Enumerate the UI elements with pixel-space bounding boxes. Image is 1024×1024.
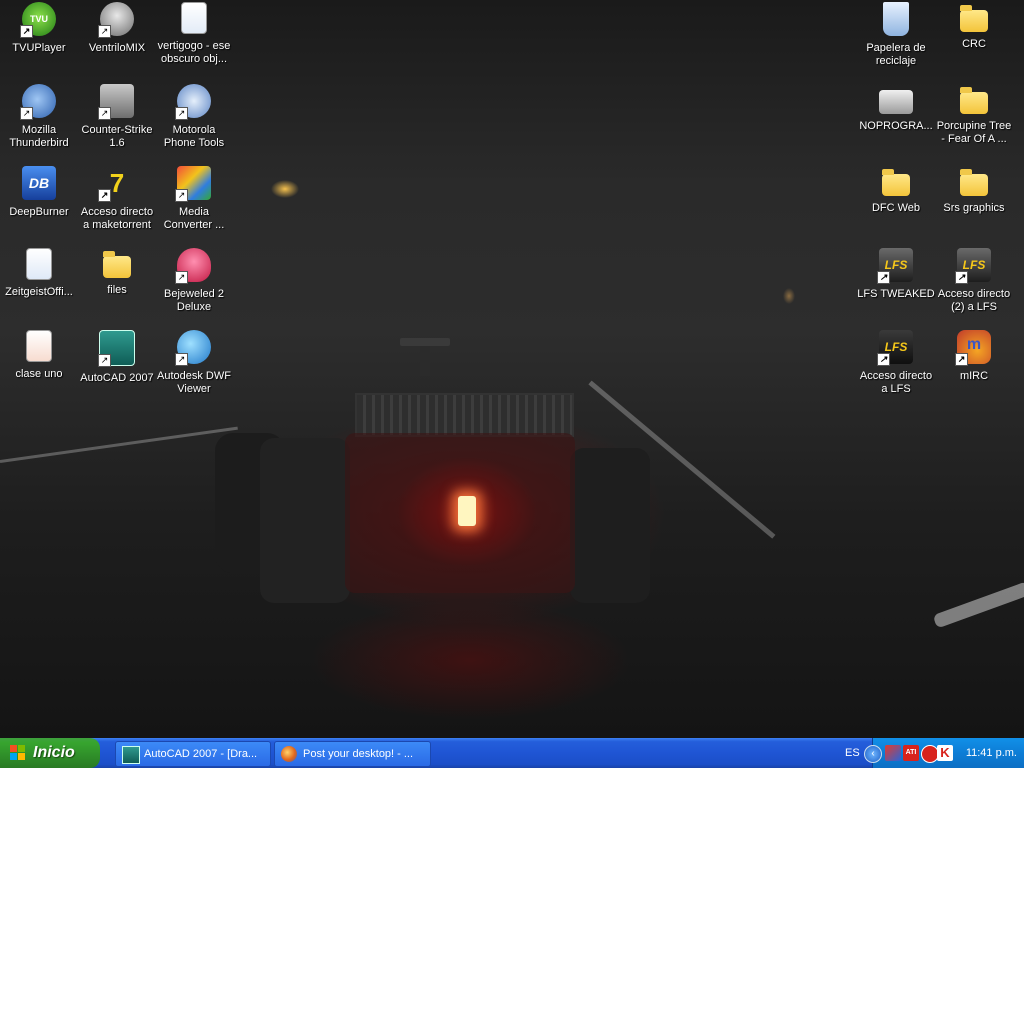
icon-label: Papelera de reciclaje	[866, 42, 926, 67]
icon-label: Acceso directo (2) a LFS	[937, 288, 1011, 313]
thunderbird-icon: ↗	[20, 84, 56, 120]
motorola-icon: ↗	[175, 84, 211, 120]
desktop-icon-porcupine-tree[interactable]: Porcupine Tree - Fear Of A ...	[935, 84, 1013, 146]
desktop-icon-clase-uno[interactable]: clase uno	[0, 330, 78, 381]
desktop-icon-bejeweled[interactable]: ↗ Bejeweled 2 Deluxe	[155, 248, 233, 314]
wallpaper-road-line	[0, 426, 238, 463]
icon-label: NOPROGRA...	[859, 120, 933, 132]
icon-label: Media Converter ...	[163, 206, 225, 231]
bejeweled-icon: ↗	[175, 248, 211, 284]
powerpoint-icon	[26, 330, 52, 362]
desktop-icon-deepburner[interactable]: DB DeepBurner	[0, 166, 78, 219]
icon-label: Acceso directo a maketorrent	[80, 206, 154, 231]
system-tray: ‹ ATI K 11:41 p.m.	[864, 738, 1024, 768]
deepburner-icon: DB	[22, 166, 56, 200]
drive-icon	[879, 90, 913, 114]
icon-label: Counter-Strike 1.6	[81, 124, 153, 149]
icon-label: clase uno	[15, 368, 63, 380]
kaspersky-icon[interactable]: K	[937, 745, 953, 761]
chevron-left-icon[interactable]: ‹	[864, 745, 882, 763]
dwf-viewer-icon: ↗	[175, 330, 211, 366]
icon-label: Mozilla Thunderbird	[9, 124, 69, 149]
clock[interactable]: 11:41 p.m.	[966, 738, 1017, 768]
folder-icon	[960, 87, 988, 114]
icon-label: Porcupine Tree - Fear Of A ...	[936, 120, 1012, 145]
windows-flag-icon	[10, 745, 26, 761]
tvuplayer-icon: TVU ↗	[20, 2, 56, 38]
desktop-icon-motorola[interactable]: ↗ Motorola Phone Tools	[155, 84, 233, 150]
desktop-icon-noprogra[interactable]: NOPROGRA...	[857, 84, 935, 133]
maketorrent-icon: 7 ↗	[98, 166, 134, 202]
icon-label: DeepBurner	[9, 206, 69, 218]
task-label: Post your desktop! - ...	[303, 748, 414, 760]
desktop-icon-ventrilomix[interactable]: ↗ VentriloMIX	[78, 2, 156, 55]
icon-label: LFS TWEAKED	[857, 288, 935, 300]
icon-label: CRC	[962, 38, 986, 50]
icon-label: VentriloMIX	[88, 42, 146, 54]
icon-label: DFC Web	[871, 202, 921, 214]
desktop-icon-autocad[interactable]: ↗ AutoCAD 2007	[78, 330, 156, 385]
desktop-icon-counter-strike[interactable]: ↗ Counter-Strike 1.6	[78, 84, 156, 150]
document-icon	[181, 2, 207, 34]
autocad-icon: ↗	[98, 330, 135, 367]
desktop-icon-recycle-bin[interactable]: Papelera de reciclaje	[857, 2, 935, 68]
icon-label: vertigogo - ese obscuro obj...	[157, 40, 231, 65]
desktop-icon-maketorrent[interactable]: 7 ↗ Acceso directo a maketorrent	[78, 166, 156, 232]
document-icon	[26, 248, 52, 280]
taskbar-button-firefox[interactable]: Post your desktop! - ...	[274, 741, 431, 767]
icon-label: ZeitgeistOffi...	[5, 286, 73, 298]
start-label: Inicio	[33, 744, 75, 761]
firefox-icon	[281, 746, 297, 762]
folder-icon	[882, 169, 910, 196]
icon-label: Autodesk DWF Viewer	[157, 370, 231, 395]
desktop-wallpaper: TVU ↗ TVUPlayer ↗ VentriloMIX vertigogo -…	[0, 0, 1024, 740]
media-converter-icon: ↗	[175, 166, 211, 202]
lfs-icon: LFS ↗	[877, 330, 913, 366]
taskbar-button-autocad[interactable]: AutoCAD 2007 - [Dra...	[115, 741, 271, 767]
task-label: AutoCAD 2007 - [Dra...	[144, 748, 258, 760]
ventrilo-icon: ↗	[98, 2, 134, 38]
desktop-icon-srs-graphics[interactable]: Srs graphics	[935, 166, 1013, 215]
desktop-icon-thunderbird[interactable]: ↗ Mozilla Thunderbird	[0, 84, 78, 150]
desktop-icon-dwf-viewer[interactable]: ↗ Autodesk DWF Viewer	[155, 330, 233, 396]
wallpaper-race-car	[215, 338, 650, 608]
start-button[interactable]: Inicio	[0, 738, 100, 768]
folder-icon	[103, 251, 131, 278]
icon-label: Motorola Phone Tools	[163, 124, 225, 149]
msn-icon[interactable]	[885, 745, 901, 761]
desktop-icon-lfs-tweaked[interactable]: LFS ↗ LFS TWEAKED	[857, 248, 935, 301]
desktop-icon-crc[interactable]: CRC	[935, 2, 1013, 51]
icon-label: Bejeweled 2 Deluxe	[164, 288, 224, 313]
desktop-icon-zeitgeist[interactable]: ZeitgeistOffi...	[0, 248, 78, 299]
counter-strike-icon: ↗	[98, 84, 134, 120]
mirc-icon: m ↗	[955, 330, 991, 366]
icon-label: Acceso directo a LFS	[859, 370, 933, 395]
folder-icon	[960, 169, 988, 196]
wallpaper-road-curb	[932, 581, 1024, 629]
desktop-icon-tvuplayer[interactable]: TVU ↗ TVUPlayer	[0, 2, 78, 55]
desktop-icon-dfc-web[interactable]: DFC Web	[857, 166, 935, 215]
desktop-icon-vertigogo[interactable]: vertigogo - ese obscuro obj...	[155, 2, 233, 66]
desktop-icon-lfs[interactable]: LFS ↗ Acceso directo a LFS	[857, 330, 935, 396]
desktop-icon-files[interactable]: files	[78, 248, 156, 297]
lfs-icon: LFS ↗	[877, 248, 913, 284]
icon-label: files	[107, 284, 127, 296]
icon-label: TVUPlayer	[12, 42, 66, 54]
ati-icon[interactable]: ATI	[903, 745, 919, 761]
icon-label: AutoCAD 2007	[80, 372, 154, 384]
desktop-icon-media-converter[interactable]: ↗ Media Converter ...	[155, 166, 233, 232]
recycle-bin-icon	[883, 2, 909, 36]
icon-label: mIRC	[959, 370, 989, 382]
desktop-icon-mirc[interactable]: m ↗ mIRC	[935, 330, 1013, 383]
desktop-icon-lfs-2[interactable]: LFS ↗ Acceso directo (2) a LFS	[935, 248, 1013, 314]
taskbar: Inicio AutoCAD 2007 - [Dra... Post your …	[0, 738, 1024, 768]
autocad-icon	[122, 746, 140, 764]
folder-icon	[960, 5, 988, 32]
icon-label: Srs graphics	[943, 202, 1005, 214]
lfs-icon: LFS ↗	[955, 248, 991, 284]
language-indicator[interactable]: ES	[845, 738, 860, 768]
